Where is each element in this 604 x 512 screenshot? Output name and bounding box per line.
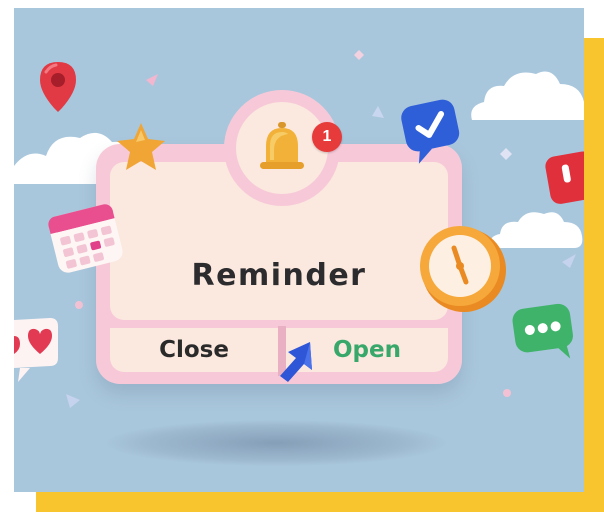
clock-icon xyxy=(420,226,506,312)
bell-icon xyxy=(260,122,304,169)
illustration-scene: Reminder Close Open 1 xyxy=(14,8,584,492)
notification-badge-icon: 1 xyxy=(312,122,342,152)
dialog-shadow xyxy=(106,420,446,466)
sparkle-6 xyxy=(66,394,80,408)
sparkle-8 xyxy=(562,254,576,268)
close-button[interactable]: Close xyxy=(110,328,278,372)
star-icon xyxy=(117,123,165,170)
map-pin-icon xyxy=(40,62,76,112)
chat-bubble-icon xyxy=(512,303,573,359)
cursor-arrow-icon xyxy=(280,342,312,382)
bell-circle xyxy=(236,102,328,194)
sparkle-3 xyxy=(372,106,384,118)
calendar-icon xyxy=(48,204,123,273)
sparkle-2 xyxy=(354,50,364,60)
sparkle-9 xyxy=(503,389,511,397)
sparkle-5 xyxy=(75,301,83,309)
dialog-title: Reminder xyxy=(191,258,367,293)
sparkle-7 xyxy=(500,148,512,160)
notification-card-icon xyxy=(545,151,584,204)
cloud-top-right xyxy=(471,71,584,120)
sparkle-1 xyxy=(146,74,158,86)
heart-bubble-icon xyxy=(14,318,58,382)
checkmark-bubble-icon xyxy=(401,99,460,164)
